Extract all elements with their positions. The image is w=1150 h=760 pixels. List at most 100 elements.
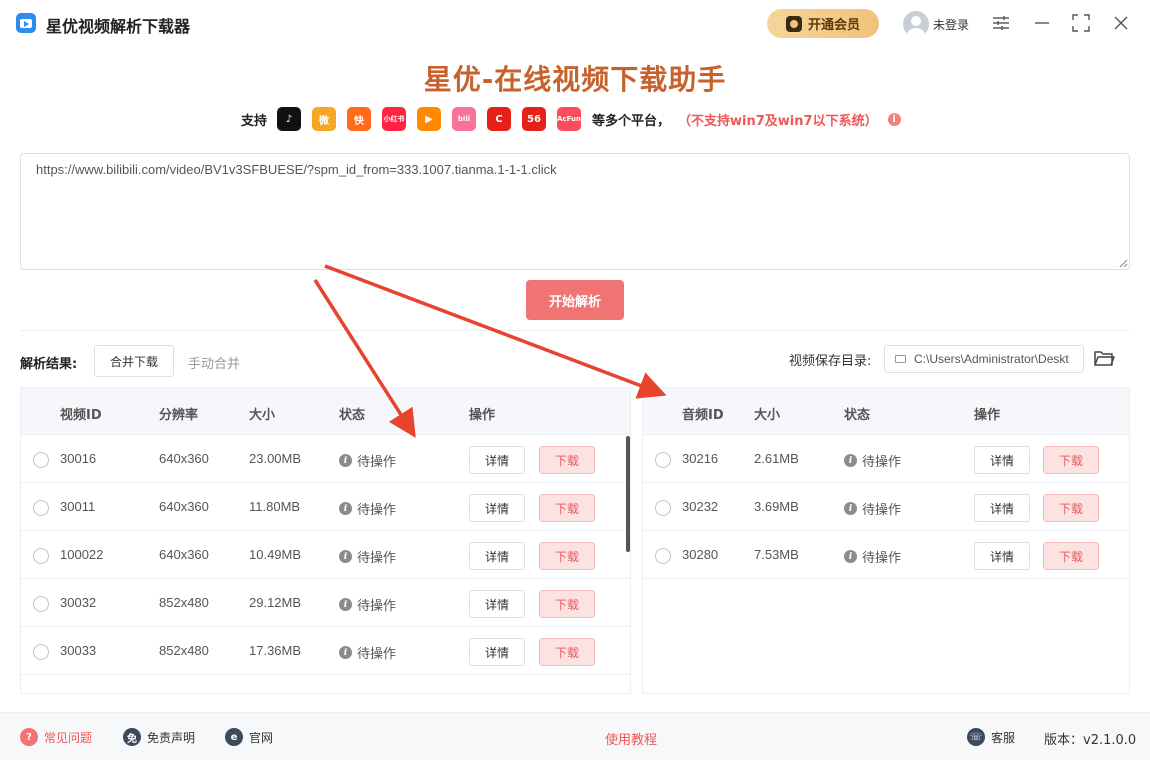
manual-merge-button[interactable]: 手动合并 (188, 353, 240, 372)
table-row[interactable]: 100022 640x360 10.49MB i 待操作 详情 下载 (21, 531, 630, 579)
row-radio[interactable] (655, 548, 671, 564)
status-cell: i 待操作 (844, 547, 901, 566)
col-action: 操作 (974, 408, 1001, 423)
vip-button[interactable]: 开通会员 (767, 9, 879, 38)
download-button[interactable]: 下载 (539, 542, 595, 570)
merge-download-button[interactable]: 合并下载 (94, 345, 174, 377)
customer-service-link[interactable]: ☏ 客服 (967, 728, 1015, 746)
col-size: 大小 (249, 408, 276, 423)
divider (20, 330, 1130, 331)
result-label: 解析结果: (20, 357, 78, 372)
row-radio[interactable] (33, 452, 49, 468)
resize-grip-icon[interactable] (1119, 259, 1128, 268)
cell-resolution: 852x480 (159, 643, 209, 658)
table-row[interactable]: 30216 2.61MB i 待操作 详情 下载 (643, 435, 1129, 483)
detail-button[interactable]: 详情 (469, 590, 525, 618)
vip-icon (785, 15, 802, 32)
cell-id: 30033 (60, 643, 97, 658)
cell-id: 30216 (682, 451, 719, 466)
info-icon: i (339, 646, 352, 659)
open-folder-icon[interactable] (1093, 347, 1115, 369)
status-cell: i 待操作 (339, 643, 396, 662)
col-video-id: 视频ID (60, 408, 102, 423)
cell-size: 29.12MB (249, 595, 302, 610)
detail-button[interactable]: 详情 (469, 446, 525, 474)
support-label: 支持 (241, 113, 268, 129)
table-row[interactable]: 30032 852x480 29.12MB i 待操作 详情 下载 (21, 579, 630, 627)
download-button[interactable]: 下载 (1043, 446, 1099, 474)
status-label: 待操作 (357, 455, 397, 470)
detail-button[interactable]: 详情 (974, 494, 1030, 522)
detail-button[interactable]: 详情 (974, 542, 1030, 570)
download-button[interactable]: 下载 (539, 590, 595, 618)
detail-button[interactable]: 详情 (974, 446, 1030, 474)
detail-button[interactable]: 详情 (469, 638, 525, 666)
download-button[interactable]: 下载 (1043, 494, 1099, 522)
row-radio[interactable] (655, 452, 671, 468)
cell-size: 7.53MB (754, 547, 799, 562)
settings-sliders-icon[interactable] (990, 12, 1012, 34)
info-icon[interactable]: i (887, 112, 901, 126)
start-parse-button[interactable]: 开始解析 (526, 280, 624, 320)
row-radio[interactable] (655, 500, 671, 516)
status-label: 待操作 (357, 599, 397, 614)
col-status: 状态 (844, 408, 871, 423)
cell-size: 3.69MB (754, 499, 799, 514)
row-radio[interactable] (33, 596, 49, 612)
table-row[interactable]: 30033 852x480 17.36MB i 待操作 详情 下载 (21, 627, 630, 675)
website-link[interactable]: e 官网 (225, 728, 273, 746)
col-audio-id: 音频ID (682, 408, 724, 423)
table-row[interactable]: 30280 7.53MB i 待操作 详情 下载 (643, 531, 1129, 579)
cell-resolution: 640x360 (159, 451, 209, 466)
page-title: 星优-在线视频下载助手 (423, 63, 727, 96)
table-row[interactable]: 30011 640x360 11.80MB i 待操作 详情 下载 (21, 483, 630, 531)
weibo-icon: 微 (312, 107, 337, 131)
status-label: 待操作 (862, 455, 902, 470)
row-radio[interactable] (33, 644, 49, 660)
table-row[interactable]: 30016 640x360 23.00MB i 待操作 详情 下载 (21, 435, 630, 483)
status-cell: i 待操作 (844, 499, 901, 518)
folder-small-icon (895, 355, 906, 363)
cell-id: 30280 (682, 547, 719, 562)
save-dir-field[interactable]: C:\Users\Administrator\Deskt (884, 345, 1084, 373)
platform-list: 支持 ♪ 微快小红书 ▶ bili C 56 AcFun 等多个平台， （不支持win7及w… (241, 106, 901, 132)
close-icon[interactable] (1110, 12, 1132, 34)
maximize-icon[interactable] (1070, 12, 1092, 34)
detail-button[interactable]: 详情 (469, 494, 525, 522)
tutorial-link[interactable]: 使用教程 (605, 729, 657, 748)
status-label: 待操作 (862, 503, 902, 518)
audio-table-header: 音频ID 大小 状态 操作 (643, 388, 1129, 435)
status-cell: i 待操作 (844, 451, 901, 470)
video-table-scrollbar[interactable] (626, 436, 630, 552)
info-icon: i (339, 598, 352, 611)
website-label: 官网 (249, 730, 274, 745)
table-row[interactable]: 30232 3.69MB i 待操作 详情 下载 (643, 483, 1129, 531)
download-button[interactable]: 下载 (539, 638, 595, 666)
login-status[interactable]: 未登录 (933, 16, 969, 33)
row-radio[interactable] (33, 548, 49, 564)
url-input[interactable] (20, 153, 1130, 270)
download-button[interactable]: 下载 (539, 494, 595, 522)
version-label: 版本：v2.1.0.0 (1044, 733, 1137, 748)
status-label: 待操作 (357, 503, 397, 518)
detail-button[interactable]: 详情 (469, 542, 525, 570)
title-bar: 星优视频解析下载器 开通会员 未登录 (0, 0, 1150, 46)
info-icon: i (844, 454, 857, 467)
acfun-icon: AcFun (557, 107, 582, 131)
cell-size: 11.80MB (249, 499, 301, 514)
row-radio[interactable] (33, 500, 49, 516)
vip-label: 开通会员 (807, 18, 860, 33)
faq-link[interactable]: ? 常见问题 (20, 728, 92, 746)
avatar[interactable] (903, 11, 929, 37)
os-warning: （不支持win7及win7以下系统） (678, 113, 878, 129)
status-cell: i 待操作 (339, 451, 396, 470)
minimize-icon[interactable] (1031, 12, 1053, 34)
app-logo-icon (16, 13, 36, 33)
download-button[interactable]: 下载 (539, 446, 595, 474)
col-status: 状态 (339, 408, 366, 423)
disclaimer-link[interactable]: 免 免责声明 (123, 728, 195, 746)
status-cell: i 待操作 (339, 499, 396, 518)
bilibili-icon: bili (452, 107, 477, 131)
info-icon: i (339, 550, 352, 563)
download-button[interactable]: 下载 (1043, 542, 1099, 570)
